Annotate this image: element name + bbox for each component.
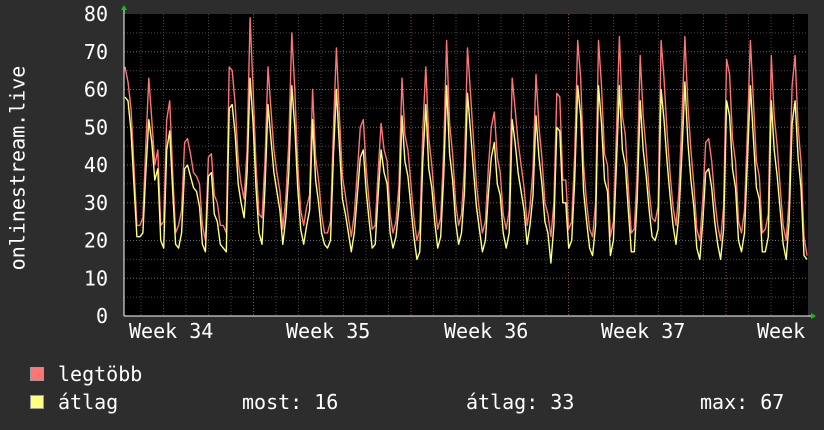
y-tick-label: 60 — [84, 78, 108, 102]
stat-most-label: most: — [242, 390, 303, 414]
legend-swatch-avg — [30, 395, 44, 409]
stat-atlag-value: 33 — [550, 390, 575, 414]
legend-label-max: legtöbb — [58, 362, 143, 386]
y-tick-label: 20 — [84, 229, 108, 253]
y-tick-label: 0 — [96, 304, 108, 328]
y-tick-label: 40 — [84, 153, 108, 177]
y-tick-label: 70 — [84, 40, 108, 64]
x-axis-arrow — [811, 313, 816, 319]
x-tick-label: Week 36 — [444, 319, 528, 343]
x-tick-label: Week — [757, 319, 805, 343]
legend-item-max: legtöbb — [30, 362, 142, 386]
x-tick-label: Week 35 — [286, 319, 370, 343]
stat-most-value: 16 — [314, 390, 339, 414]
y-tick-label: 30 — [84, 191, 108, 215]
x-tick-label: Week 34 — [129, 319, 213, 343]
y-axis-arrow — [121, 5, 127, 10]
stat-max: max: 67 — [700, 390, 784, 414]
legend-item-avg: átlag — [30, 390, 118, 414]
legend-label-avg: átlag — [58, 390, 119, 414]
stat-max-value: 67 — [760, 390, 785, 414]
y-tick-label: 10 — [84, 266, 108, 290]
x-tick-label: Week 37 — [601, 319, 685, 343]
y-axis-label: onlinestream.live — [6, 66, 30, 271]
y-tick-label: 80 — [84, 2, 108, 26]
stat-atlag-label: átlag: — [466, 390, 539, 414]
stat-atlag: átlag: 33 — [466, 390, 574, 414]
legend-swatch-max — [30, 367, 44, 381]
y-tick-label: 50 — [84, 115, 108, 139]
x-axis-ticks: Week 34 Week 35 Week 36 Week 37 Week — [129, 319, 805, 343]
stat-max-label: max: — [700, 390, 749, 414]
y-axis-ticks: 0 10 20 30 40 50 60 70 80 — [84, 2, 108, 328]
stat-most: most: 16 — [242, 390, 338, 414]
